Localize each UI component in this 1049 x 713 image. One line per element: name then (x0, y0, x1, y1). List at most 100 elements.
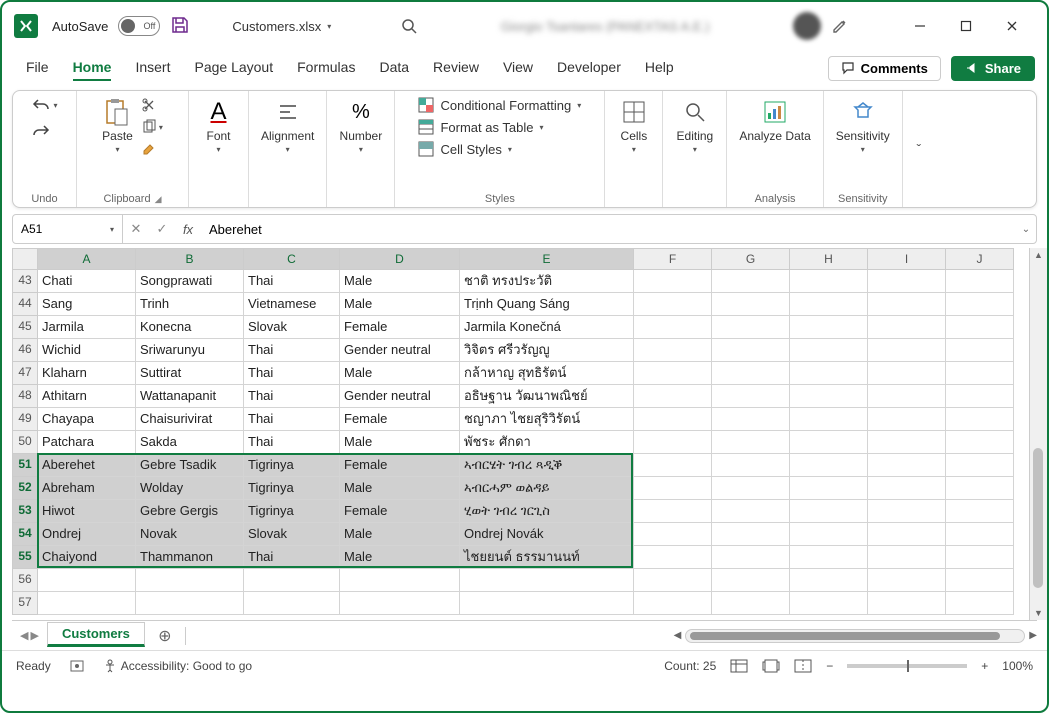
cell[interactable] (946, 500, 1014, 523)
cell[interactable]: Sriwarunyu (136, 339, 244, 362)
macro-record-icon[interactable] (69, 658, 85, 674)
sensitivity-dropdown[interactable]: Sensitivity▾ (836, 97, 890, 154)
cell[interactable]: Tigrinya (244, 500, 340, 523)
cell[interactable]: Chaisurivirat (136, 408, 244, 431)
cell[interactable] (868, 270, 946, 293)
cell[interactable] (868, 316, 946, 339)
cell[interactable]: Patchara (38, 431, 136, 454)
cell[interactable] (136, 569, 244, 592)
cell[interactable] (712, 270, 790, 293)
cell[interactable]: Tigrinya (244, 454, 340, 477)
share-button[interactable]: Share (951, 56, 1035, 81)
row-header-51[interactable]: 51 (12, 454, 38, 477)
cell[interactable] (712, 592, 790, 615)
cell[interactable] (634, 569, 712, 592)
column-header-J[interactable]: J (946, 248, 1014, 270)
cell[interactable]: Thai (244, 546, 340, 569)
cell[interactable]: ไชยยนต์ ธรรมานนท์ (460, 546, 634, 569)
row-header-49[interactable]: 49 (12, 408, 38, 431)
cell[interactable] (868, 339, 946, 362)
cell[interactable]: Songprawati (136, 270, 244, 293)
zoom-in-button[interactable]: + (981, 659, 988, 673)
row-header-48[interactable]: 48 (12, 385, 38, 408)
cell[interactable] (712, 500, 790, 523)
enter-formula-button[interactable]: ✓ (149, 221, 175, 237)
cell[interactable]: Thai (244, 362, 340, 385)
cell[interactable] (790, 316, 868, 339)
cell[interactable]: Female (340, 408, 460, 431)
cell[interactable] (868, 293, 946, 316)
cell[interactable] (946, 339, 1014, 362)
cell[interactable] (946, 454, 1014, 477)
cell[interactable]: Female (340, 500, 460, 523)
cell[interactable]: Sang (38, 293, 136, 316)
cell[interactable] (38, 569, 136, 592)
column-header-F[interactable]: F (634, 248, 712, 270)
cell[interactable] (946, 546, 1014, 569)
cell[interactable] (868, 500, 946, 523)
tab-home[interactable]: Home (73, 55, 112, 81)
cell[interactable] (712, 454, 790, 477)
cell[interactable] (946, 523, 1014, 546)
cell[interactable]: Abreham (38, 477, 136, 500)
row-header-56[interactable]: 56 (12, 569, 38, 592)
cell[interactable] (712, 316, 790, 339)
cell[interactable]: อธิษฐาน วัฒนาพณิชย์ (460, 385, 634, 408)
cell[interactable] (712, 339, 790, 362)
cell[interactable] (634, 339, 712, 362)
cell[interactable] (712, 385, 790, 408)
cell[interactable]: Female (340, 454, 460, 477)
number-dropdown[interactable]: %Number▾ (340, 97, 383, 154)
redo-button[interactable] (31, 123, 51, 139)
cell[interactable]: Athitarn (38, 385, 136, 408)
cell[interactable] (634, 546, 712, 569)
cell[interactable]: Thai (244, 431, 340, 454)
tab-insert[interactable]: Insert (135, 55, 170, 81)
cell[interactable]: Wolday (136, 477, 244, 500)
tab-review[interactable]: Review (433, 55, 479, 81)
cell[interactable] (634, 477, 712, 500)
format-as-table-button[interactable]: Format as Table▾ (418, 119, 543, 135)
cell[interactable]: Hiwot (38, 500, 136, 523)
cell[interactable] (946, 592, 1014, 615)
spreadsheet-grid[interactable]: ABCDEFGHIJ 43ChatiSongprawatiThaiMaleชาต… (12, 248, 1047, 620)
paste-button[interactable]: Paste ▾ (102, 97, 133, 154)
scrollbar-thumb[interactable] (690, 632, 1000, 640)
cell[interactable]: Thai (244, 385, 340, 408)
cell[interactable]: Vietnamese (244, 293, 340, 316)
font-dropdown[interactable]: AFont▾ (204, 97, 234, 154)
select-all-corner[interactable] (12, 248, 38, 270)
cell[interactable] (38, 592, 136, 615)
cell[interactable] (868, 431, 946, 454)
cell[interactable] (790, 293, 868, 316)
cell[interactable] (634, 362, 712, 385)
cell[interactable] (868, 569, 946, 592)
cell[interactable] (340, 569, 460, 592)
tab-formulas[interactable]: Formulas (297, 55, 355, 81)
cell[interactable] (790, 569, 868, 592)
cell[interactable]: Sakda (136, 431, 244, 454)
cell[interactable] (244, 592, 340, 615)
cell[interactable]: Slovak (244, 523, 340, 546)
autosave-toggle[interactable]: Off (118, 16, 160, 36)
comments-button[interactable]: Comments (828, 56, 941, 81)
cell[interactable] (790, 454, 868, 477)
scroll-down-icon[interactable]: ▼ (1034, 608, 1043, 618)
horizontal-scrollbar[interactable] (685, 629, 1025, 643)
cell[interactable]: Thammanon (136, 546, 244, 569)
row-header-43[interactable]: 43 (12, 270, 38, 293)
cell[interactable]: Slovak (244, 316, 340, 339)
cell[interactable] (946, 385, 1014, 408)
simplify-ribbon-icon[interactable] (831, 17, 877, 35)
cell[interactable] (790, 431, 868, 454)
cell[interactable]: Trinh (136, 293, 244, 316)
cell[interactable] (634, 270, 712, 293)
cell[interactable] (790, 362, 868, 385)
cell[interactable]: Chayapa (38, 408, 136, 431)
cell[interactable] (634, 500, 712, 523)
cell[interactable] (790, 500, 868, 523)
cell[interactable] (868, 454, 946, 477)
sheet-nav[interactable]: ◀▶ (12, 629, 47, 642)
cell[interactable]: Male (340, 523, 460, 546)
cell[interactable]: ชญาภา ไชยสุริวิรัตน์ (460, 408, 634, 431)
